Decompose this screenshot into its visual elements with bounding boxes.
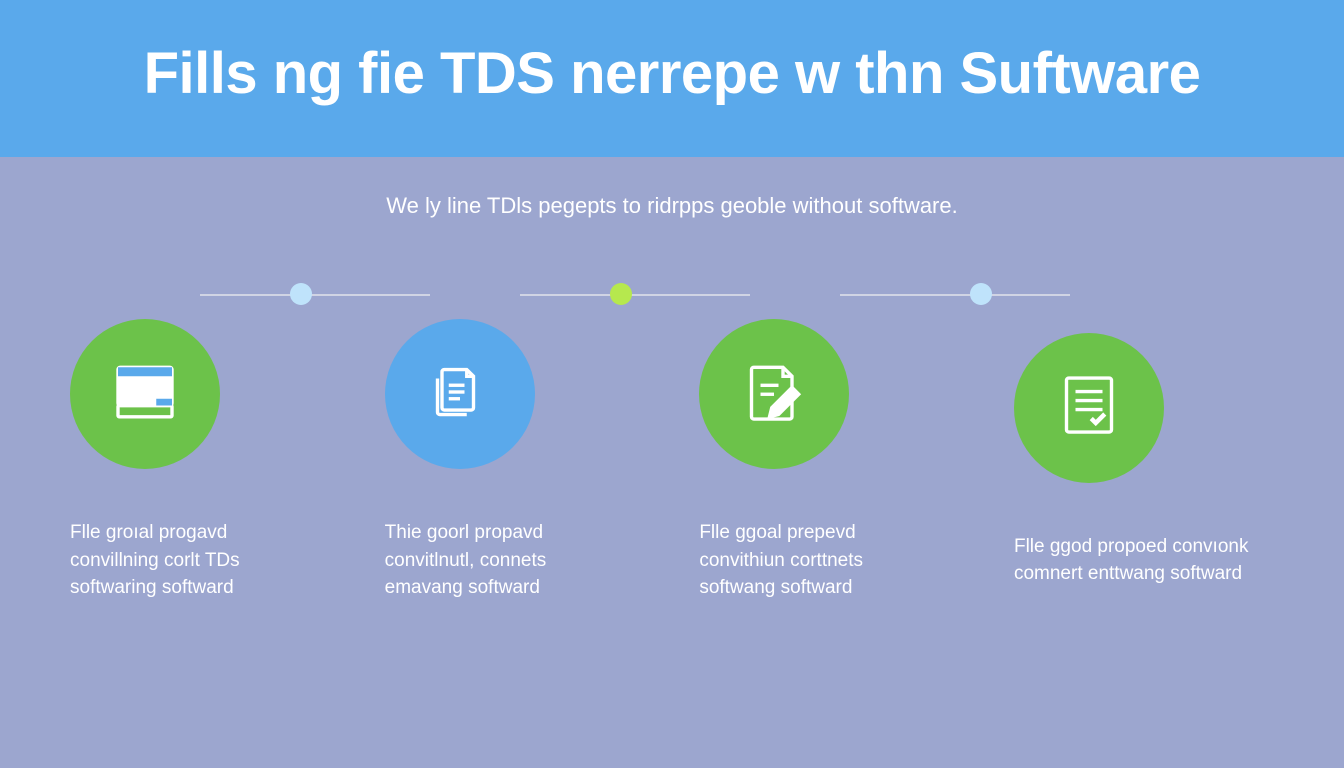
subtitle-wrap: We ly line TDls pegepts to ridrpps geobl… (0, 157, 1344, 219)
document-box-icon (109, 356, 181, 433)
step-circle (70, 319, 220, 469)
step-circle (1014, 333, 1164, 483)
step-3: Flle ggoal prepevd convithiun corttnets … (699, 319, 959, 602)
step-circle (699, 319, 849, 469)
step-1: Flle groıal progavd convillning corlt TD… (70, 319, 330, 602)
flow-row: Flle groıal progavd convillning corlt TD… (70, 319, 1274, 602)
document-edit-icon (738, 356, 810, 433)
subtitle-text: We ly line TDls pegepts to ridrpps geobl… (0, 193, 1344, 219)
connector-dot (970, 283, 992, 305)
connector-line (200, 294, 430, 296)
step-caption: Flle ggod propoed convıonk comnert enttw… (1014, 533, 1254, 588)
step-4: Flle ggod propoed convıonk comnert enttw… (1014, 333, 1274, 588)
step-caption: Flle ggoal prepevd convithiun corttnets … (699, 519, 939, 602)
step-caption: Flle groıal progavd convillning corlt TD… (70, 519, 310, 602)
process-flow: Flle groıal progavd convillning corlt TD… (0, 219, 1344, 768)
page-title: Fills ng fie TDS nerrepe w thn Suftware (60, 40, 1284, 107)
connector-dot (290, 283, 312, 305)
step-circle (385, 319, 535, 469)
step-2: Thie goorl propavd convitlnutl, connets … (385, 319, 645, 602)
connector-dot (610, 283, 632, 305)
header-banner: Fills ng fie TDS nerrepe w thn Suftware (0, 0, 1344, 157)
step-caption: Thie goorl propavd convitlnutl, connets … (385, 519, 625, 602)
document-list-icon (1053, 369, 1125, 446)
connector-line (840, 294, 1070, 296)
files-stack-icon (424, 356, 496, 433)
connector-line (520, 294, 750, 296)
